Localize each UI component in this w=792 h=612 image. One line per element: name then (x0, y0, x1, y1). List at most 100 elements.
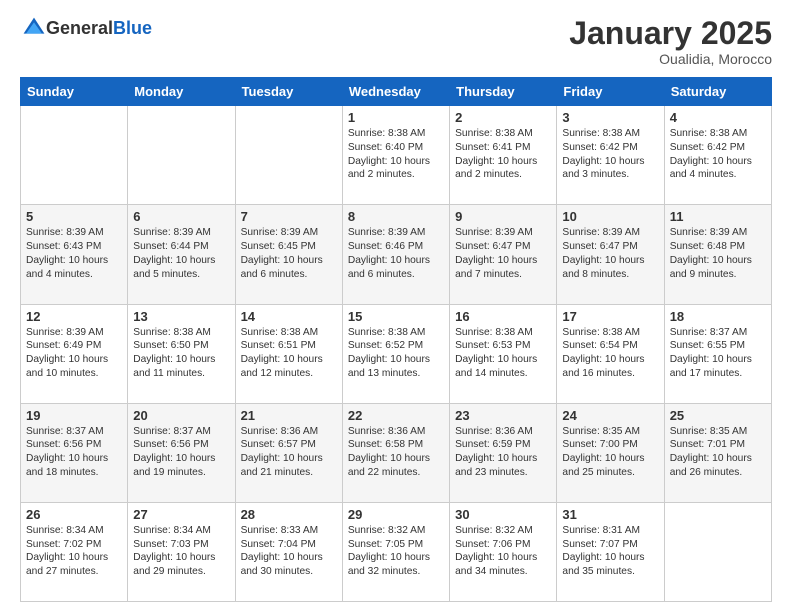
calendar-cell: 29 Sunrise: 8:32 AM Sunset: 7:05 PM Dayli… (342, 502, 449, 601)
day-info: Sunrise: 8:36 AM Sunset: 6:57 PM Dayligh… (241, 425, 337, 480)
day-number: 8 (348, 209, 444, 224)
day-info: Sunrise: 8:39 AM Sunset: 6:45 PM Dayligh… (241, 226, 337, 281)
calendar-cell: 18 Sunrise: 8:37 AM Sunset: 6:55 PM Dayli… (664, 304, 771, 403)
day-number: 4 (670, 110, 766, 125)
day-info: Sunrise: 8:38 AM Sunset: 6:50 PM Dayligh… (133, 326, 229, 381)
week-row-1: 1 Sunrise: 8:38 AM Sunset: 6:40 PM Daylig… (21, 106, 772, 205)
month-title: January 2025 (569, 16, 772, 51)
calendar-cell: 23 Sunrise: 8:36 AM Sunset: 6:59 PM Dayli… (450, 403, 557, 502)
day-info: Sunrise: 8:33 AM Sunset: 7:04 PM Dayligh… (241, 524, 337, 579)
day-number: 20 (133, 408, 229, 423)
day-info: Sunrise: 8:38 AM Sunset: 6:40 PM Dayligh… (348, 127, 444, 182)
calendar-cell: 10 Sunrise: 8:39 AM Sunset: 6:47 PM Dayli… (557, 205, 664, 304)
day-info: Sunrise: 8:38 AM Sunset: 6:53 PM Dayligh… (455, 326, 551, 381)
day-info: Sunrise: 8:38 AM Sunset: 6:51 PM Dayligh… (241, 326, 337, 381)
week-row-4: 19Sunrise: 8:37 AM Sunset: 6:56 PM Dayli… (21, 403, 772, 502)
day-number: 3 (562, 110, 658, 125)
calendar-cell: 8 Sunrise: 8:39 AM Sunset: 6:46 PM Daylig… (342, 205, 449, 304)
day-info: Sunrise: 8:32 AM Sunset: 7:06 PM Dayligh… (455, 524, 551, 579)
day-number: 2 (455, 110, 551, 125)
day-info: Sunrise: 8:37 AM Sunset: 6:55 PM Dayligh… (670, 326, 766, 381)
day-info: Sunrise: 8:34 AM Sunset: 7:02 PM Dayligh… (26, 524, 122, 579)
day-info: Sunrise: 8:39 AM Sunset: 6:47 PM Dayligh… (455, 226, 551, 281)
page: GeneralBlue January 2025 Oualidia, Moroc… (0, 0, 792, 612)
day-number: 16 (455, 309, 551, 324)
day-info: Sunrise: 8:35 AM Sunset: 7:01 PM Dayligh… (670, 425, 766, 480)
day-number: 9 (455, 209, 551, 224)
calendar-cell (235, 106, 342, 205)
day-info: Sunrise: 8:35 AM Sunset: 7:00 PM Dayligh… (562, 425, 658, 480)
day-info: Sunrise: 8:38 AM Sunset: 6:42 PM Dayligh… (562, 127, 658, 182)
day-number: 1 (348, 110, 444, 125)
day-number: 15 (348, 309, 444, 324)
weekday-header-row: SundayMondayTuesdayWednesdayThursdayFrid… (21, 78, 772, 106)
calendar-cell: 20Sunrise: 8:37 AM Sunset: 6:56 PM Dayli… (128, 403, 235, 502)
weekday-header-tuesday: Tuesday (235, 78, 342, 106)
calendar-cell: 1 Sunrise: 8:38 AM Sunset: 6:40 PM Daylig… (342, 106, 449, 205)
calendar-cell: 22 Sunrise: 8:36 AM Sunset: 6:58 PM Dayli… (342, 403, 449, 502)
day-info: Sunrise: 8:31 AM Sunset: 7:07 PM Dayligh… (562, 524, 658, 579)
day-info: Sunrise: 8:39 AM Sunset: 6:43 PM Dayligh… (26, 226, 122, 281)
day-number: 21 (241, 408, 337, 423)
day-info: Sunrise: 8:38 AM Sunset: 6:52 PM Dayligh… (348, 326, 444, 381)
day-number: 19 (26, 408, 122, 423)
calendar-cell: 14 Sunrise: 8:38 AM Sunset: 6:51 PM Dayli… (235, 304, 342, 403)
logo-text-general: General (46, 18, 113, 38)
logo-icon (22, 16, 46, 40)
day-number: 5 (26, 209, 122, 224)
weekday-header-saturday: Saturday (664, 78, 771, 106)
week-row-3: 12 Sunrise: 8:39 AM Sunset: 6:49 PM Dayli… (21, 304, 772, 403)
day-info: Sunrise: 8:38 AM Sunset: 6:42 PM Dayligh… (670, 127, 766, 182)
location: Oualidia, Morocco (569, 51, 772, 67)
day-info: Sunrise: 8:39 AM Sunset: 6:46 PM Dayligh… (348, 226, 444, 281)
calendar-cell: 16 Sunrise: 8:38 AM Sunset: 6:53 PM Dayli… (450, 304, 557, 403)
calendar: SundayMondayTuesdayWednesdayThursdayFrid… (20, 77, 772, 602)
calendar-cell: 7 Sunrise: 8:39 AM Sunset: 6:45 PM Daylig… (235, 205, 342, 304)
weekday-header-thursday: Thursday (450, 78, 557, 106)
logo-text-blue: Blue (113, 18, 152, 38)
calendar-cell: 15 Sunrise: 8:38 AM Sunset: 6:52 PM Dayli… (342, 304, 449, 403)
calendar-cell (664, 502, 771, 601)
day-number: 10 (562, 209, 658, 224)
weekday-header-monday: Monday (128, 78, 235, 106)
day-info: Sunrise: 8:39 AM Sunset: 6:48 PM Dayligh… (670, 226, 766, 281)
day-info: Sunrise: 8:32 AM Sunset: 7:05 PM Dayligh… (348, 524, 444, 579)
calendar-cell: 31 Sunrise: 8:31 AM Sunset: 7:07 PM Dayli… (557, 502, 664, 601)
calendar-cell: 26Sunrise: 8:34 AM Sunset: 7:02 PM Dayli… (21, 502, 128, 601)
day-number: 29 (348, 507, 444, 522)
day-number: 30 (455, 507, 551, 522)
day-number: 18 (670, 309, 766, 324)
calendar-cell: 4 Sunrise: 8:38 AM Sunset: 6:42 PM Daylig… (664, 106, 771, 205)
calendar-cell: 2Sunrise: 8:38 AM Sunset: 6:41 PM Daylig… (450, 106, 557, 205)
day-number: 31 (562, 507, 658, 522)
day-info: Sunrise: 8:39 AM Sunset: 6:44 PM Dayligh… (133, 226, 229, 281)
title-section: January 2025 Oualidia, Morocco (569, 16, 772, 67)
calendar-cell: 6Sunrise: 8:39 AM Sunset: 6:44 PM Daylig… (128, 205, 235, 304)
day-number: 13 (133, 309, 229, 324)
day-info: Sunrise: 8:39 AM Sunset: 6:47 PM Dayligh… (562, 226, 658, 281)
logo: GeneralBlue (20, 16, 152, 40)
day-number: 14 (241, 309, 337, 324)
calendar-cell: 12 Sunrise: 8:39 AM Sunset: 6:49 PM Dayli… (21, 304, 128, 403)
day-number: 11 (670, 209, 766, 224)
day-number: 12 (26, 309, 122, 324)
calendar-cell: 13 Sunrise: 8:38 AM Sunset: 6:50 PM Dayli… (128, 304, 235, 403)
day-info: Sunrise: 8:38 AM Sunset: 6:54 PM Dayligh… (562, 326, 658, 381)
week-row-5: 26Sunrise: 8:34 AM Sunset: 7:02 PM Dayli… (21, 502, 772, 601)
calendar-cell: 30 Sunrise: 8:32 AM Sunset: 7:06 PM Dayli… (450, 502, 557, 601)
day-number: 25 (670, 408, 766, 423)
calendar-cell: 3 Sunrise: 8:38 AM Sunset: 6:42 PM Daylig… (557, 106, 664, 205)
day-number: 7 (241, 209, 337, 224)
calendar-cell (21, 106, 128, 205)
weekday-header-friday: Friday (557, 78, 664, 106)
day-info: Sunrise: 8:36 AM Sunset: 6:59 PM Dayligh… (455, 425, 551, 480)
day-number: 22 (348, 408, 444, 423)
day-info: Sunrise: 8:39 AM Sunset: 6:49 PM Dayligh… (26, 326, 122, 381)
calendar-cell: 27Sunrise: 8:34 AM Sunset: 7:03 PM Dayli… (128, 502, 235, 601)
day-info: Sunrise: 8:36 AM Sunset: 6:58 PM Dayligh… (348, 425, 444, 480)
calendar-cell: 5 Sunrise: 8:39 AM Sunset: 6:43 PM Daylig… (21, 205, 128, 304)
day-number: 28 (241, 507, 337, 522)
day-number: 23 (455, 408, 551, 423)
calendar-cell: 9 Sunrise: 8:39 AM Sunset: 6:47 PM Daylig… (450, 205, 557, 304)
calendar-cell: 25 Sunrise: 8:35 AM Sunset: 7:01 PM Dayli… (664, 403, 771, 502)
